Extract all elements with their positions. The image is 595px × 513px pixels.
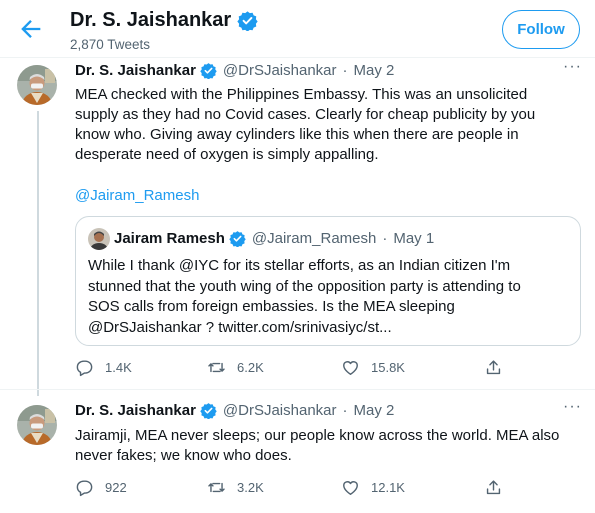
share-button[interactable]	[484, 358, 503, 377]
tweet-date[interactable]: May 2	[354, 402, 395, 419]
retweet-button[interactable]: 6.2K	[207, 358, 341, 377]
author-name[interactable]: Dr. S. Jaishankar	[75, 402, 196, 419]
author-name[interactable]: Dr. S. Jaishankar	[75, 62, 196, 79]
retweet-icon	[208, 362, 225, 373]
reply-count: 922	[105, 480, 127, 495]
tweet-line: MEA checked with the Philippines Embassy…	[75, 86, 528, 103]
separator: ·	[342, 402, 348, 419]
like-count: 12.1K	[371, 480, 405, 495]
reply-button[interactable]: 922	[75, 478, 207, 497]
profile-header: Dr. S. Jaishankar 2,870 Tweets Follow	[0, 0, 595, 58]
reply-count: 1.4K	[105, 360, 132, 375]
verified-badge-icon	[229, 231, 246, 247]
tweet-line: never fakes; we know who does.	[75, 447, 292, 464]
profile-name-text: Dr. S. Jaishankar	[70, 9, 232, 31]
tweet-text: Jairamji, MEA never sleeps; our people k…	[75, 426, 580, 466]
reply-button[interactable]: 1.4K	[75, 358, 207, 377]
quoted-tweet-text: While I thank @IYC for its stellar effor…	[88, 256, 578, 338]
more-icon[interactable]: ···	[563, 58, 582, 76]
quoted-tweet-date: May 1	[393, 230, 435, 247]
tweet-header: Dr. S. Jaishankar @DrSJaishankar · May 2	[75, 62, 394, 79]
avatar[interactable]	[17, 65, 57, 105]
mention-link[interactable]: @Jairam_Ramesh	[75, 186, 199, 206]
heart-icon	[343, 361, 358, 375]
follow-button[interactable]: Follow	[502, 10, 580, 49]
tweet-date[interactable]: May 2	[354, 62, 395, 79]
quoted-line: @DrSJaishankar ? twitter.com/srinivasiyc…	[88, 318, 392, 336]
retweet-count: 3.2K	[237, 480, 264, 495]
quoted-tweet-header: Jairam Ramesh @Jairam_Ramesh · May 1	[114, 230, 434, 247]
profile-name: Dr. S. Jaishankar	[70, 9, 258, 32]
reply-icon	[76, 480, 93, 497]
like-button[interactable]: 15.8K	[341, 358, 484, 377]
tweet-line: know who. Giving away cylinders like thi…	[75, 126, 519, 143]
quoted-tweet[interactable]: Jairam Ramesh @Jairam_Ramesh · May 1 Whi…	[75, 216, 581, 346]
reply-icon	[76, 360, 93, 377]
separator: ·	[382, 230, 388, 247]
tweet-line: supply as they had no Covid cases. Clear…	[75, 106, 536, 123]
verified-badge-icon	[237, 11, 258, 31]
retweet-icon	[208, 482, 225, 493]
divider	[0, 389, 595, 390]
author-handle[interactable]: @DrSJaishankar	[223, 62, 337, 79]
quoted-line: SOS calls from foreign embassies. Is the…	[88, 298, 455, 315]
separator: ·	[342, 62, 348, 79]
tweet-actions: 922 3.2K 12.1K	[75, 478, 503, 497]
quoted-avatar-image	[88, 228, 110, 250]
tweet-line: desperate need of oxygen is simply appal…	[75, 146, 379, 163]
back-arrow-icon[interactable]	[17, 15, 45, 43]
tweet-line: Jairamji, MEA never sleeps; our people k…	[75, 427, 560, 444]
share-icon	[486, 480, 501, 495]
tweet-actions: 1.4K 6.2K 15.8K	[75, 358, 503, 377]
quoted-author-name: Jairam Ramesh	[114, 230, 225, 247]
like-count: 15.8K	[371, 360, 405, 375]
tweet-header: Dr. S. Jaishankar @DrSJaishankar · May 2	[75, 402, 394, 419]
quoted-line: stunned that the youth wing of the oppos…	[88, 277, 521, 295]
thread-line	[37, 111, 39, 396]
tweet-count: 2,870 Tweets	[70, 37, 151, 52]
share-icon	[486, 360, 501, 375]
verified-badge-icon	[200, 63, 217, 79]
quoted-author-handle: @Jairam_Ramesh	[251, 230, 377, 247]
heart-icon	[343, 481, 358, 495]
tweet-text: MEA checked with the Philippines Embassy…	[75, 85, 580, 165]
quoted-line: While I thank @IYC for its stellar effor…	[88, 257, 511, 274]
retweet-button[interactable]: 3.2K	[207, 478, 341, 497]
verified-badge-icon	[200, 403, 217, 419]
avatar-image	[17, 65, 57, 105]
share-button[interactable]	[484, 478, 503, 497]
quoted-avatar	[88, 228, 110, 250]
retweet-count: 6.2K	[237, 360, 264, 375]
avatar-image	[17, 405, 57, 445]
more-icon[interactable]: ···	[563, 398, 582, 416]
author-handle[interactable]: @DrSJaishankar	[223, 402, 337, 419]
like-button[interactable]: 12.1K	[341, 478, 484, 497]
avatar[interactable]	[17, 405, 57, 445]
